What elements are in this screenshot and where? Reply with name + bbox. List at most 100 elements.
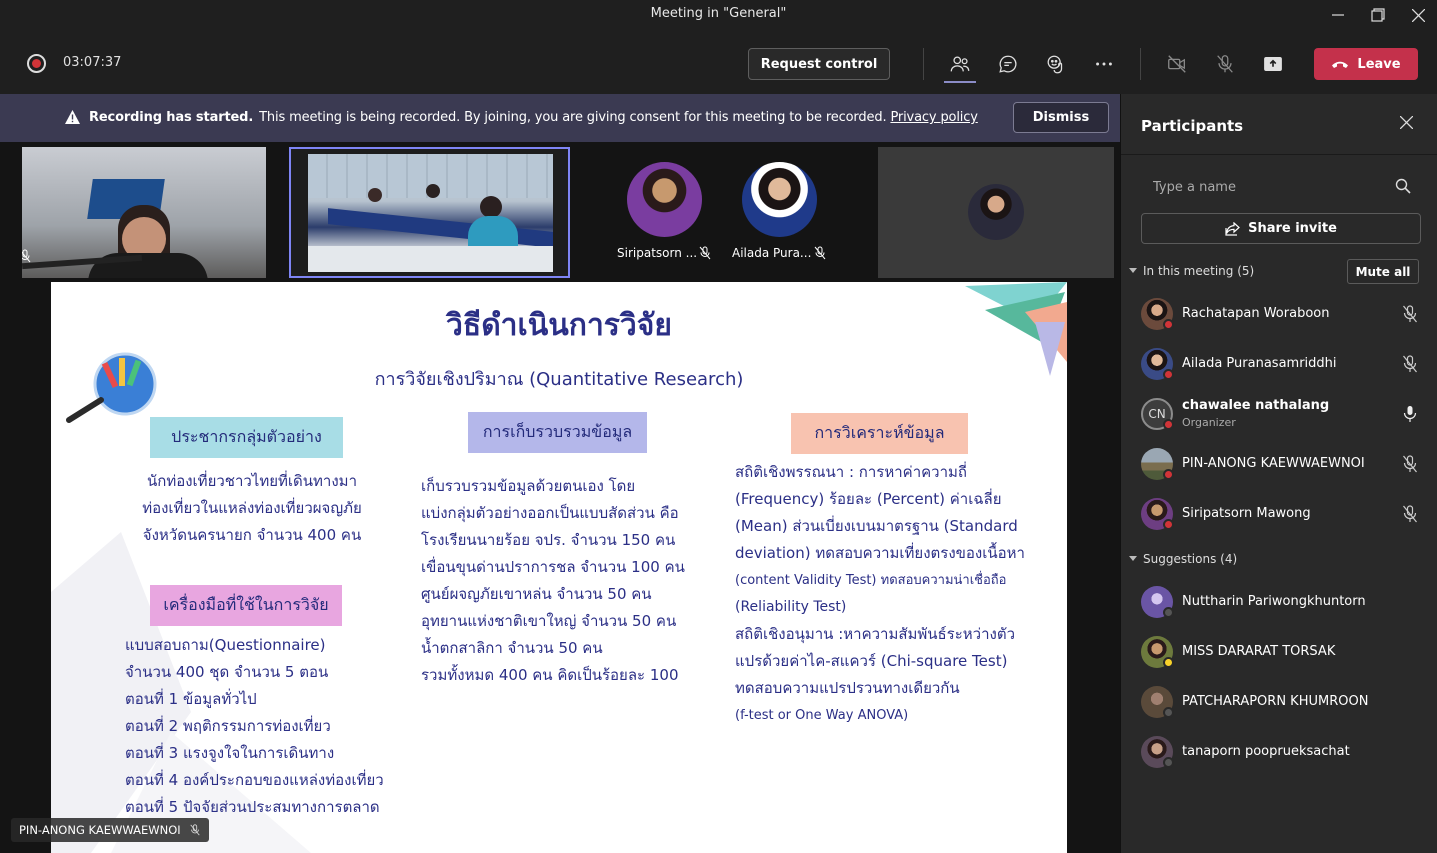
panel-title: Participants [1141, 117, 1244, 135]
instruments-line: ตอนที่ 2 พฤติกรรมการท่องเที่ยว [125, 717, 331, 735]
mic-off-icon [1403, 505, 1417, 523]
toolbar-divider [923, 48, 924, 80]
banner-message: This meeting is being recorded. By joini… [259, 110, 887, 125]
in-meeting-section-toggle[interactable]: In this meeting (5) [1129, 264, 1254, 278]
participant-row[interactable]: Siripatsorn Mawong [1121, 492, 1437, 538]
status-badge [1163, 519, 1174, 530]
status-badge [1163, 419, 1174, 430]
in-meeting-label: In this meeting (5) [1143, 264, 1255, 278]
title-bar: Meeting in "General" [0, 0, 1437, 30]
data-analysis-line: (Reliability Test) [735, 599, 847, 615]
participant-name: Ailada Puranasamriddhi [1182, 356, 1337, 371]
more-icon[interactable] [1089, 50, 1119, 78]
search-input[interactable] [1141, 172, 1381, 202]
share-invite-button[interactable]: Share invite [1141, 213, 1421, 244]
heading-data-collection: การเก็บรวบรวมข้อมูล [468, 412, 647, 453]
papers [308, 246, 553, 272]
data-collection-line: รวมทั้งหมด 400 คน คิดเป็นร้อยละ 100 [421, 666, 679, 684]
reactions-icon[interactable] [1041, 50, 1071, 78]
dismiss-button[interactable]: Dismiss [1013, 102, 1109, 133]
leave-button[interactable]: Leave [1314, 48, 1418, 80]
camera-off-icon[interactable] [1162, 50, 1192, 78]
suggestion-name: MISS DARARAT TORSAK [1182, 644, 1336, 659]
avatar-siripatsorn[interactable] [627, 162, 702, 237]
speaker-name: PIN-ANONG KAEWWAEWNOI [19, 823, 181, 837]
mic-off-icon[interactable] [1210, 50, 1240, 78]
minimize-icon[interactable] [1318, 0, 1358, 30]
suggestions-section-toggle[interactable]: Suggestions (4) [1129, 552, 1237, 566]
room-video [308, 154, 553, 272]
participant-name: Rachatapan Woraboon [1182, 306, 1330, 321]
suggestions-label: Suggestions (4) [1143, 552, 1238, 566]
slide-subtitle: การวิจัยเชิงปริมาณ (Quantitative Researc… [374, 369, 744, 390]
slide-title: วิธีดำเนินการวิจัย [446, 308, 672, 343]
participant-row[interactable]: CN chawalee nathalang Organizer [1121, 392, 1437, 438]
avatar-ailada[interactable] [742, 162, 817, 237]
suggestion-row[interactable]: MISS DARARAT TORSAK [1121, 630, 1437, 676]
share-icon [1225, 221, 1240, 236]
video-tile-room[interactable] [289, 147, 570, 278]
share-invite-label: Share invite [1248, 221, 1337, 236]
instruments-line: ตอนที่ 4 องค์ประกอบของแหล่งท่องเที่ยว [125, 771, 384, 789]
close-icon[interactable] [1396, 114, 1416, 134]
data-collection-line: อุทยานแห่งชาติเขาใหญ่ จำนวน 50 คน [421, 612, 677, 630]
recording-banner: Recording has started. This meeting is be… [0, 94, 1120, 142]
participant-row[interactable]: PIN-ANONG KAEWWAEWNOI [1121, 442, 1437, 488]
heading-population: ประชากรกลุ่มตัวอย่าง [150, 417, 343, 458]
window-title: Meeting in "General" [650, 6, 787, 21]
data-analysis-line: แปรด้วยค่าไค-สแควร์ (Chi-square Test) [735, 652, 1008, 670]
active-speaker-label: PIN-ANONG KAEWWAEWNOI [11, 818, 209, 842]
population-line: ท่องเที่ยวในแหล่งท่องเที่ยวผจญภัย [142, 499, 362, 517]
instruments-line: จำนวน 400 ชุด จำนวน 5 ตอน [125, 663, 329, 681]
data-collection-line: เขื่อนขุนด่านปราการชล จำนวน 100 คน [421, 558, 685, 576]
instruments-text: แบบสอบถาม(Questionnaire) จำนวน 400 ชุด จ… [125, 632, 384, 821]
mic-off-icon [699, 246, 711, 260]
video-tile-presenter[interactable] [22, 147, 266, 278]
participant-row[interactable]: Rachatapan Woraboon [1121, 292, 1437, 338]
chevron-down-icon [1129, 268, 1137, 273]
heading-data-analysis: การวิเคราะห์ข้อมูล [791, 413, 968, 454]
participant-name: PIN-ANONG KAEWWAEWNOI [1182, 456, 1365, 471]
chat-icon[interactable] [993, 50, 1023, 78]
privacy-policy-link[interactable]: Privacy policy [890, 110, 978, 125]
suggestion-row[interactable]: tanaporn pooprueksachat [1121, 730, 1437, 776]
status-badge [1163, 757, 1174, 768]
mute-all-button[interactable]: Mute all [1347, 259, 1419, 284]
phone-icon [1332, 61, 1349, 68]
mic-off-icon [190, 824, 200, 836]
data-analysis-line: (Frequency) ร้อยละ (Percent) ค่าเฉลี่ย [735, 490, 1002, 508]
share-tray-icon[interactable] [1258, 50, 1288, 78]
meeting-timer: 03:07:37 [63, 55, 122, 70]
suggestion-row[interactable]: PATCHARAPORN KHUMROON [1121, 680, 1437, 726]
avatar-rachatapan [968, 184, 1024, 240]
participant-name: Siripatsorn Mawong [1182, 506, 1311, 521]
search-icon[interactable] [1395, 178, 1411, 194]
population-line: นักท่องเที่ยวชาวไทยที่เดินทางมา [147, 472, 357, 490]
data-analysis-text: สถิติเชิงพรรณนา : การหาค่าความถี่ (Frequ… [735, 459, 1025, 729]
mic-off-icon [1403, 305, 1417, 323]
video-tile-rachatapan[interactable] [878, 147, 1114, 278]
warning-icon [65, 110, 80, 124]
request-control-button[interactable]: Request control [748, 48, 890, 80]
data-collection-line: ศูนย์ผจญภัยเขาหล่น จำนวน 50 คน [421, 585, 652, 603]
instruments-line: ตอนที่ 3 แรงจูงใจในการเดินทาง [125, 744, 335, 762]
panel-divider [1121, 154, 1437, 155]
status-badge [1163, 607, 1174, 618]
data-analysis-line: ทดสอบความแปรปรวนทางเดียวกัน [735, 679, 960, 697]
attendee-2 [426, 184, 440, 198]
leave-label: Leave [1357, 56, 1401, 72]
participants-icon[interactable] [945, 50, 975, 78]
banner-text: Recording has started. This meeting is be… [89, 110, 978, 125]
suggestion-name: PATCHARAPORN KHUMROON [1182, 694, 1369, 709]
banner-title: Recording has started. [89, 110, 254, 125]
instruments-line: แบบสอบถาม(Questionnaire) [125, 636, 326, 654]
mic-on-icon [1403, 406, 1417, 422]
data-collection-line: โรงเรียนนายร้อย จปร. จำนวน 150 คน [421, 531, 676, 549]
suggestion-row[interactable]: Nuttharin Pariwongkhuntorn [1121, 580, 1437, 626]
attendee-3 [480, 196, 502, 218]
instruments-line: ตอนที่ 1 ข้อมูลทั่วไป [125, 690, 257, 708]
maximize-icon[interactable] [1358, 0, 1398, 30]
close-icon[interactable] [1398, 0, 1437, 30]
participant-row[interactable]: Ailada Puranasamriddhi [1121, 342, 1437, 388]
participant-role: Organizer [1182, 416, 1236, 429]
